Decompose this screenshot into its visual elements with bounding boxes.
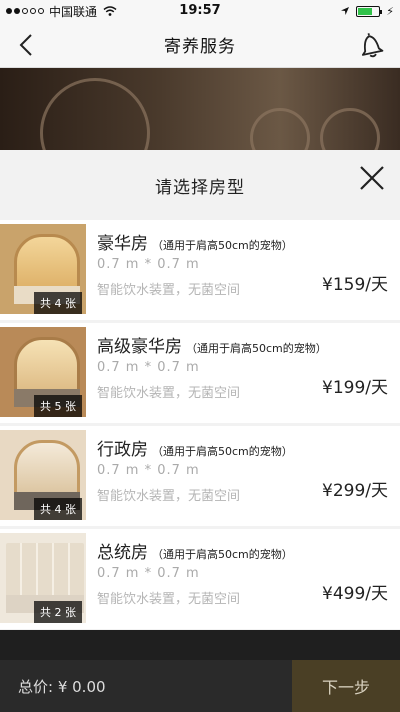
room-size: 0.7 m * 0.7 m bbox=[97, 257, 200, 272]
room-note: （通用于肩高50cm的宠物） bbox=[152, 548, 293, 561]
room-features: 智能饮水装置，无菌空间 bbox=[97, 283, 241, 298]
room-price: ¥499/天 bbox=[322, 584, 388, 604]
room-price: ¥199/天 bbox=[322, 378, 388, 398]
dimmed-content bbox=[0, 630, 400, 660]
close-icon[interactable] bbox=[358, 164, 386, 192]
hero-banner-image bbox=[0, 68, 400, 150]
room-item-superior-deluxe[interactable]: 共 5 张 高级豪华房 （通用于肩高50cm的宠物） 0.7 m * 0.7 m … bbox=[0, 323, 400, 423]
battery-icon bbox=[356, 5, 383, 17]
nav-bar: 寄养服务 bbox=[0, 22, 400, 68]
room-note: （通用于肩高50cm的宠物） bbox=[152, 239, 293, 252]
room-features: 智能饮水装置，无菌空间 bbox=[97, 592, 241, 607]
bell-icon[interactable] bbox=[356, 30, 386, 60]
next-step-button[interactable]: 下一步 bbox=[292, 660, 400, 712]
room-size: 0.7 m * 0.7 m bbox=[97, 566, 200, 581]
total-price: 总价: ¥ 0.00 bbox=[18, 678, 106, 696]
room-thumbnail: 共 5 张 bbox=[0, 327, 86, 417]
page-title: 寄养服务 bbox=[164, 37, 236, 57]
photo-count-badge: 共 5 张 bbox=[34, 395, 82, 417]
photo-count-badge: 共 2 张 bbox=[34, 601, 82, 623]
photo-count-badge: 共 4 张 bbox=[34, 292, 82, 314]
room-name: 总统房 bbox=[97, 543, 148, 563]
room-features: 智能饮水装置，无菌空间 bbox=[97, 489, 241, 504]
room-note: （通用于肩高50cm的宠物） bbox=[186, 342, 327, 355]
footer-bar: 总价: ¥ 0.00 下一步 bbox=[0, 660, 400, 712]
room-size: 0.7 m * 0.7 m bbox=[97, 463, 200, 478]
room-name: 行政房 bbox=[97, 440, 148, 460]
room-list: 共 4 张 豪华房 （通用于肩高50cm的宠物） 0.7 m * 0.7 m 智能… bbox=[0, 220, 400, 632]
room-thumbnail: 共 4 张 bbox=[0, 430, 86, 520]
status-bar: 中国联通 19:57 ⚡ bbox=[0, 0, 400, 22]
room-thumbnail: 共 4 张 bbox=[0, 224, 86, 314]
photo-count-badge: 共 4 张 bbox=[34, 498, 82, 520]
room-type-sheet: 请选择房型 共 4 张 豪华房 （通用于肩高50cm的宠物） 0.7 m * 0.… bbox=[0, 150, 400, 630]
room-price: ¥299/天 bbox=[322, 481, 388, 501]
room-features: 智能饮水装置，无菌空间 bbox=[97, 386, 241, 401]
sheet-header: 请选择房型 bbox=[0, 150, 400, 220]
clock: 19:57 bbox=[179, 3, 221, 18]
room-name: 高级豪华房 bbox=[97, 337, 182, 357]
room-name: 豪华房 bbox=[97, 234, 148, 254]
back-chevron-icon[interactable] bbox=[14, 32, 40, 58]
room-note: （通用于肩高50cm的宠物） bbox=[152, 445, 293, 458]
sheet-title: 请选择房型 bbox=[155, 177, 245, 198]
room-item-deluxe[interactable]: 共 4 张 豪华房 （通用于肩高50cm的宠物） 0.7 m * 0.7 m 智能… bbox=[0, 220, 400, 320]
room-thumbnail: 共 2 张 bbox=[0, 533, 86, 623]
room-item-presidential[interactable]: 共 2 张 总统房 （通用于肩高50cm的宠物） 0.7 m * 0.7 m 智能… bbox=[0, 529, 400, 629]
room-price: ¥159/天 bbox=[322, 275, 388, 295]
room-item-executive[interactable]: 共 4 张 行政房 （通用于肩高50cm的宠物） 0.7 m * 0.7 m 智能… bbox=[0, 426, 400, 526]
room-size: 0.7 m * 0.7 m bbox=[97, 360, 200, 375]
